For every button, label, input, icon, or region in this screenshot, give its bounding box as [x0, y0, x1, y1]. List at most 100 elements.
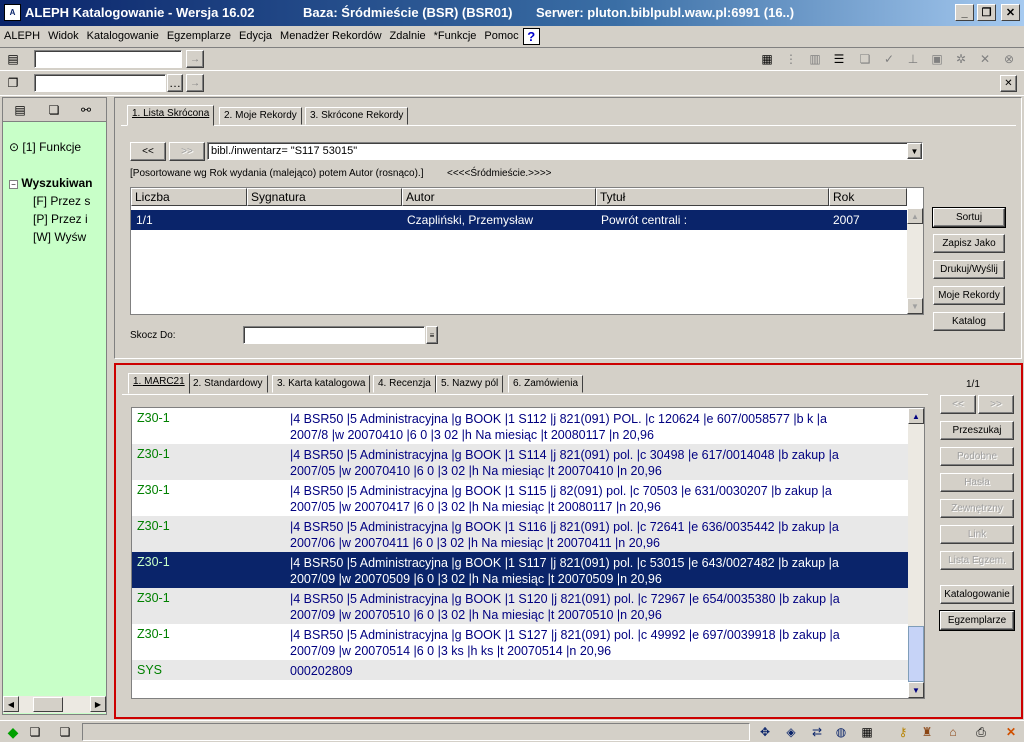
menu-pomoc[interactable]: Pomoc [480, 30, 522, 42]
dropdown-arrow-icon[interactable]: ▼ [907, 143, 922, 159]
spin-icon[interactable]: ≡ [426, 326, 438, 344]
sortuj-button[interactable]: Sortuj [932, 207, 1006, 228]
tree-item[interactable]: [F] Przez s [33, 194, 106, 208]
menu-egzemplarze[interactable]: Egzemplarze [163, 30, 235, 42]
col-header-liczba[interactable]: Liczba [131, 188, 247, 206]
transfer-icon[interactable]: ⇄ [808, 723, 826, 741]
next-record-button[interactable]: >> [978, 395, 1014, 414]
menu-funkcje[interactable]: *Funkcje [430, 30, 481, 42]
katalogowanie-button[interactable]: Katalogowanie [940, 585, 1014, 604]
menu-menadzer-rekordow[interactable]: Menadżer Rekordów [276, 30, 386, 42]
key-icon[interactable]: ⚷ [894, 723, 912, 741]
scroll-up-icon[interactable]: ▲ [908, 408, 924, 424]
marc-row[interactable]: Z30-1 |4 BSR50 |5 Administracyjna |g BOO… [132, 516, 908, 552]
tab-zamowienia[interactable]: 6. Zamówienia [508, 375, 584, 393]
menu-katalogowanie[interactable]: Katalogowanie [83, 30, 163, 42]
query-combobox[interactable]: bibl./inwentarz= "S117 53015" [207, 142, 923, 160]
lista-egzem-button[interactable]: Lista Egzem. [940, 551, 1014, 570]
window-icon-2[interactable]: ❏ [56, 723, 74, 741]
tab-standardowy[interactable]: 2. Standardowy [188, 375, 268, 393]
drukuj-wyslij-button[interactable]: Drukuj/Wyślij [933, 260, 1005, 279]
menu-aleph[interactable]: ALEPH [0, 30, 44, 42]
marc-row[interactable]: Z30-1 |4 BSR50 |5 Administracyjna |g BOO… [132, 408, 908, 444]
tree-item[interactable]: [W] Wyśw [33, 230, 106, 244]
col-header-autor[interactable]: Autor [402, 188, 596, 206]
zewnetrzny-button[interactable]: Zewnętrzny [940, 499, 1014, 518]
table-row[interactable]: 1/1 Czapliński, Przemysław Powrót centra… [131, 210, 907, 230]
close-panel-icon[interactable]: ✕ [1000, 75, 1017, 92]
scroll-down-icon[interactable]: ▼ [908, 682, 924, 698]
przeszukaj-button[interactable]: Przeszukaj [940, 421, 1014, 440]
funkcje-item[interactable]: ⊙ [1] Funkcje [9, 140, 81, 154]
moje-rekordy-button[interactable]: Moje Rekordy [933, 286, 1005, 305]
go-arrow-icon-2[interactable]: → [186, 74, 204, 92]
help-icon[interactable]: ? [522, 27, 540, 45]
col-header-tytul[interactable]: Tytuł [596, 188, 829, 206]
left-hscroll[interactable]: ◀ ▶ [3, 696, 106, 713]
tab-nazwy-pol[interactable]: 5. Nazwy pól [436, 375, 504, 393]
tree-root[interactable]: − Wyszukiwan [9, 176, 106, 190]
tab-karta-katalogowa[interactable]: 3. Karta katalogowa [272, 375, 371, 393]
scroll-thumb[interactable] [908, 626, 924, 682]
prev-button[interactable]: << [130, 142, 166, 161]
window-icon[interactable]: ❐ [4, 74, 22, 92]
marc-row[interactable]: Z30-1 |4 BSR50 |5 Administracyjna |g BOO… [132, 444, 908, 480]
katalog-button[interactable]: Katalog [933, 312, 1005, 331]
scroll-down-icon[interactable]: ▼ [907, 298, 923, 314]
tab-recenzja[interactable]: 4. Recenzja [373, 375, 436, 393]
tab-lista-skrocona[interactable]: 1. Lista Skrócona [127, 105, 215, 126]
upper-vscroll[interactable]: ▲ ▼ [907, 208, 923, 314]
marc-row[interactable]: SYS 000202809 [132, 660, 908, 680]
tree-item[interactable]: [P] Przez i [33, 212, 106, 226]
globe-icon[interactable]: ◍ [832, 723, 850, 741]
document-tab-icon[interactable]: ❏ [45, 101, 63, 119]
marc-icon[interactable]: ◈ [782, 723, 800, 741]
library-icon[interactable]: ⌂ [944, 723, 962, 741]
egzemplarze-button[interactable]: Egzemplarze [939, 610, 1015, 631]
col-header-sygnatura[interactable]: Sygnatura [247, 188, 402, 206]
link-button[interactable]: Link [940, 525, 1014, 544]
functions-tab-icon[interactable]: ▤ [11, 101, 29, 119]
browse-button[interactable]: … [167, 74, 183, 92]
window-icon[interactable]: ❏ [26, 723, 44, 741]
zapisz-jako-button[interactable]: Zapisz Jako [933, 234, 1005, 253]
close-icon[interactable]: ✕ [1001, 4, 1020, 21]
scroll-left-icon[interactable]: ◀ [3, 696, 19, 712]
marc-row[interactable]: Z30-1 |4 BSR50 |5 Administracyjna |g BOO… [132, 624, 908, 660]
tab-skrocone-rekordy[interactable]: 3. Skrócone Rekordy [305, 107, 409, 125]
prev-record-button[interactable]: << [940, 395, 976, 414]
col-header-rok[interactable]: Rok [829, 188, 907, 206]
lower-vscroll[interactable]: ▲ ▼ [908, 408, 924, 698]
skocz-input[interactable] [243, 326, 425, 344]
command-input-2[interactable] [34, 74, 166, 92]
scroll-right-icon[interactable]: ▶ [90, 696, 106, 712]
scroll-up-icon[interactable]: ▲ [907, 208, 923, 224]
marc-row[interactable]: Z30-1 |4 BSR50 |5 Administracyjna |g BOO… [132, 480, 908, 516]
scroll-thumb[interactable] [33, 697, 63, 712]
marc-row-selected[interactable]: Z30-1 |4 BSR50 |5 Administracyjna |g BOO… [132, 552, 908, 588]
marc-row[interactable]: Z30-1 |4 BSR50 |5 Administracyjna |g BOO… [132, 588, 908, 624]
tab-moje-rekordy[interactable]: 2. Moje Rekordy [219, 107, 302, 125]
document-icon[interactable]: ▤ [4, 50, 22, 68]
menu-widok[interactable]: Widok [44, 30, 83, 42]
menu-edycja[interactable]: Edycja [235, 30, 276, 42]
printer-icon[interactable]: ⎙ [972, 723, 990, 741]
binoculars-icon[interactable]: ⚯ [77, 101, 95, 119]
list-icon[interactable]: ☰ [830, 50, 848, 68]
menu-zdalnie[interactable]: Zdalnie [386, 30, 430, 42]
restore-icon[interactable]: ❐ [977, 4, 996, 21]
go-arrow-icon[interactable]: → [186, 50, 204, 68]
tab-marc21[interactable]: 1. MARC21 [128, 373, 190, 394]
tower-icon[interactable]: ♜ [918, 723, 936, 741]
calendar-icon[interactable]: ▦ [858, 723, 876, 741]
command-input-1[interactable] [34, 50, 182, 68]
hasla-button[interactable]: Hasła [940, 473, 1014, 492]
network-icon[interactable]: ✥ [756, 723, 774, 741]
next-button[interactable]: >> [169, 142, 205, 161]
title-bar[interactable]: A ALEPH Katalogowanie - Wersja 16.02 Baz… [0, 0, 1024, 26]
record-icon[interactable]: ▦ [758, 50, 776, 68]
exit-icon[interactable]: ✕ [1002, 723, 1020, 741]
collapse-icon[interactable]: − [9, 180, 18, 189]
minimize-icon[interactable]: _ [955, 4, 974, 21]
podobne-button[interactable]: Podobne [940, 447, 1014, 466]
